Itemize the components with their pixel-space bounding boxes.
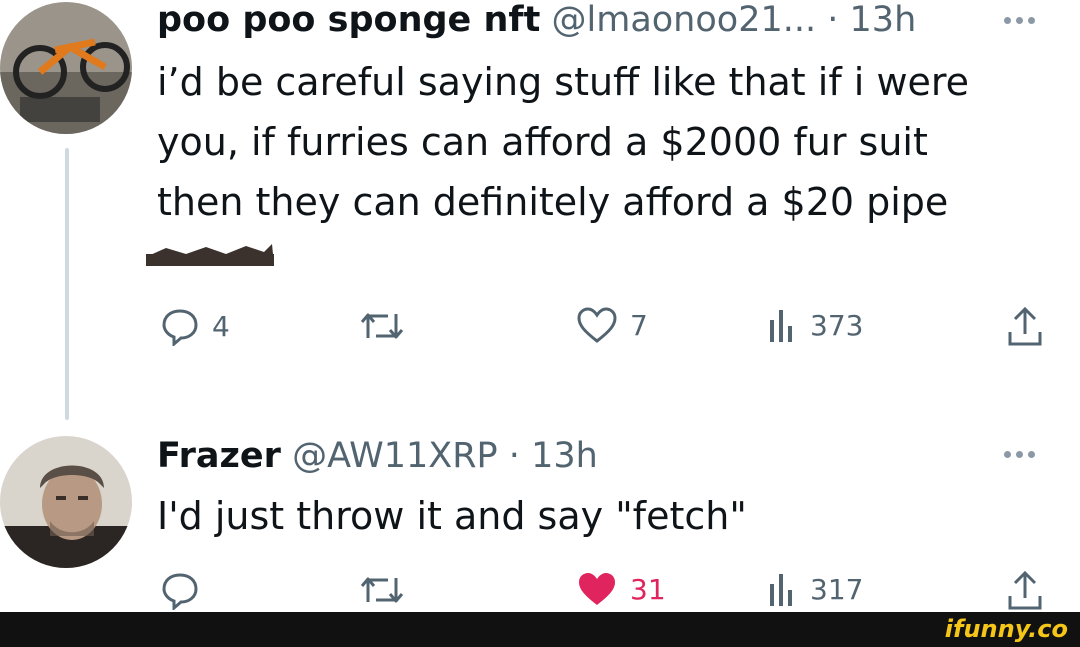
display-name[interactable]: Frazer bbox=[157, 436, 281, 476]
share-icon bbox=[1008, 306, 1042, 346]
share-icon bbox=[1008, 570, 1042, 610]
views-count: 373 bbox=[810, 308, 864, 342]
views-button[interactable]: 317 bbox=[768, 570, 863, 608]
watermark-logo: ifunny.co bbox=[944, 615, 1068, 643]
retweet-icon bbox=[360, 577, 404, 603]
reply-icon bbox=[162, 573, 198, 610]
views-icon bbox=[770, 310, 792, 342]
display-name[interactable]: poo poo sponge nft bbox=[157, 0, 540, 40]
more-options-icon[interactable] bbox=[1004, 446, 1048, 462]
timestamp[interactable]: 13h bbox=[850, 0, 917, 40]
watermark-bar: ifunny.co bbox=[0, 612, 1080, 647]
retweet-button[interactable] bbox=[358, 308, 406, 344]
separator-dot: · bbox=[508, 436, 520, 476]
tweet-header: poo poo sponge nft @lmaonoo21... · 13h bbox=[157, 0, 916, 40]
like-button[interactable]: 7 bbox=[576, 306, 648, 344]
tweet-header: Frazer @AW11XRP · 13h bbox=[157, 436, 598, 476]
tweet-text: i’d be careful saying stuff like that if… bbox=[157, 52, 1037, 232]
tweet-actions: 31 317 bbox=[0, 570, 1080, 618]
like-count: 7 bbox=[630, 308, 648, 342]
thread-line bbox=[65, 148, 69, 420]
heart-icon bbox=[577, 307, 617, 343]
views-count: 317 bbox=[810, 572, 864, 606]
views-icon bbox=[770, 574, 792, 606]
retweet-button[interactable] bbox=[358, 572, 406, 608]
like-count: 31 bbox=[630, 572, 666, 606]
share-button[interactable] bbox=[1005, 306, 1045, 350]
like-button[interactable]: 31 bbox=[576, 570, 666, 608]
avatar[interactable] bbox=[0, 2, 132, 134]
views-button[interactable]: 373 bbox=[768, 306, 863, 344]
heart-filled-icon bbox=[579, 573, 615, 605]
tweet-text: I'd just throw it and say "fetch" bbox=[157, 494, 747, 538]
reply-button[interactable] bbox=[160, 570, 200, 610]
retweet-icon bbox=[360, 313, 404, 339]
avatar[interactable] bbox=[0, 436, 132, 568]
reply-icon bbox=[162, 309, 198, 346]
reply-count: 4 bbox=[212, 309, 230, 343]
redaction-scribble bbox=[146, 244, 274, 266]
tweet-text-line: then they can definitely afford a $20 pi… bbox=[157, 180, 949, 224]
user-handle[interactable]: @lmaonoo21... bbox=[552, 0, 817, 40]
timestamp[interactable]: 13h bbox=[531, 436, 598, 476]
share-button[interactable] bbox=[1005, 570, 1045, 614]
user-handle[interactable]: @AW11XRP bbox=[292, 436, 498, 476]
reply-button[interactable]: 4 bbox=[160, 306, 230, 346]
tweet-actions: 4 7 373 bbox=[0, 306, 1080, 354]
tweet-text-line: i’d be careful saying stuff like that if… bbox=[157, 60, 970, 104]
separator-dot: · bbox=[827, 0, 839, 40]
more-options-icon[interactable] bbox=[1004, 12, 1048, 28]
tweet-text-line: you, if furries can afford a $2000 fur s… bbox=[157, 120, 928, 164]
